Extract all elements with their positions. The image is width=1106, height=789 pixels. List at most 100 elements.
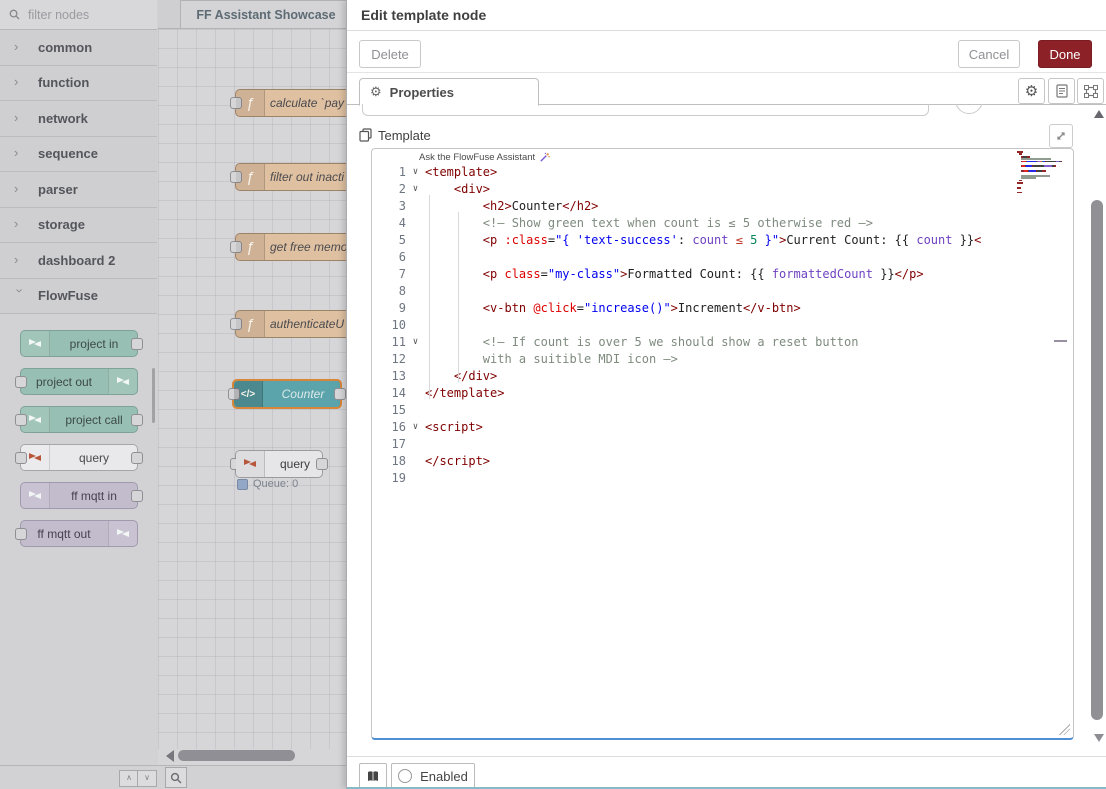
scrolled-form-remnant bbox=[357, 104, 1081, 116]
fold-gutter bbox=[406, 368, 425, 385]
category-label: function bbox=[38, 75, 89, 90]
palette-flowfuse-nodes: project in project out project call query ff… bbox=[20, 330, 138, 558]
node-help-button[interactable] bbox=[359, 763, 387, 789]
dialog-title: Edit template node bbox=[361, 7, 486, 23]
palette-collapse-down-button[interactable]: ∨ bbox=[137, 770, 157, 787]
enabled-toggle-button[interactable]: Enabled bbox=[391, 763, 475, 789]
fold-gutter bbox=[406, 402, 425, 419]
line-number: 11 bbox=[372, 334, 406, 351]
node-output-port[interactable] bbox=[131, 490, 143, 502]
workspace-tab[interactable]: FF Assistant Showcase bbox=[180, 0, 346, 28]
palette-node-query[interactable]: query bbox=[20, 444, 138, 471]
tab-properties[interactable]: ⚙ Properties bbox=[359, 78, 539, 106]
code-line: 9 <v-btn @click="increase()">Increment</… bbox=[372, 300, 1073, 317]
dialog-separator bbox=[347, 72, 1106, 73]
line-number: 3 bbox=[372, 198, 406, 215]
code-line: 16∨<script> bbox=[372, 419, 1073, 436]
flow-node-function-calculate[interactable]: ƒ calculate `pay bbox=[235, 89, 346, 117]
node-input-port[interactable] bbox=[15, 528, 27, 540]
palette-category-network[interactable]: ›network bbox=[0, 101, 157, 137]
dialog-scroll-thumb[interactable] bbox=[1091, 200, 1103, 720]
filter-nodes-input[interactable] bbox=[26, 7, 140, 23]
node-output-port[interactable] bbox=[131, 452, 143, 464]
fold-gutter bbox=[406, 249, 425, 266]
canvas-zoom-button[interactable] bbox=[165, 767, 187, 788]
palette-collapse-up-button[interactable]: ∧ bbox=[119, 770, 139, 787]
line-number: 10 bbox=[372, 317, 406, 334]
editor-resize-handle[interactable] bbox=[1059, 724, 1070, 735]
node-settings-button[interactable]: ⚙ bbox=[1018, 78, 1045, 104]
expand-editor-button[interactable] bbox=[1049, 124, 1073, 148]
status-dot-icon bbox=[237, 479, 248, 490]
appearance-button[interactable] bbox=[1077, 78, 1104, 104]
palette-category-sequence[interactable]: ›sequence bbox=[0, 137, 157, 173]
line-number: 5 bbox=[372, 232, 406, 249]
node-input-port[interactable] bbox=[15, 452, 27, 464]
gear-icon: ⚙ bbox=[370, 84, 382, 100]
palette-category-FlowFuse[interactable]: ›FlowFuse bbox=[0, 279, 157, 315]
node-output-port[interactable] bbox=[316, 458, 328, 470]
template-code-editor[interactable]: Ask the FlowFuse Assistant 1∨<template>2… bbox=[371, 148, 1074, 740]
flow-node-function-getmem[interactable]: ƒ get free memo bbox=[235, 233, 346, 261]
palette-category-function[interactable]: ›function bbox=[0, 66, 157, 102]
category-label: sequence bbox=[38, 146, 98, 161]
line-number: 13 bbox=[372, 368, 406, 385]
description-button[interactable] bbox=[1048, 78, 1075, 104]
code-text bbox=[425, 317, 1073, 334]
node-input-port[interactable] bbox=[15, 376, 27, 388]
wand-icon bbox=[539, 152, 550, 163]
palette-node-ff-mqtt-in[interactable]: ff mqtt in bbox=[20, 482, 138, 509]
palette-node-ff-mqtt-out[interactable]: ff mqtt out bbox=[20, 520, 138, 547]
category-label: network bbox=[38, 111, 88, 126]
node-palette: ›common›function›network›sequence›parser… bbox=[0, 0, 159, 789]
palette-search[interactable] bbox=[0, 0, 157, 30]
code-text: <!— Show green text when count is ≤ 5 ot… bbox=[425, 215, 1073, 232]
palette-scrollbar[interactable] bbox=[152, 368, 155, 423]
node-output-port[interactable] bbox=[334, 388, 346, 400]
node-label: get free memo bbox=[270, 234, 346, 260]
line-number: 15 bbox=[372, 402, 406, 419]
code-lines[interactable]: 1∨<template>2∨ <div>3 <h2>Counter</h2>4 … bbox=[372, 164, 1073, 487]
cancel-button[interactable]: Cancel bbox=[958, 40, 1020, 68]
done-button[interactable]: Done bbox=[1038, 40, 1092, 68]
flow-node-function-filter[interactable]: ƒ filter out inacti bbox=[235, 163, 346, 191]
assistant-hint[interactable]: Ask the FlowFuse Assistant bbox=[419, 152, 550, 163]
code-text: </script> bbox=[425, 453, 1073, 470]
delete-button[interactable]: Delete bbox=[359, 40, 421, 68]
palette-category-parser[interactable]: ›parser bbox=[0, 172, 157, 208]
node-label: authenticateU bbox=[270, 311, 346, 337]
fold-chevron-icon[interactable]: ∨ bbox=[406, 419, 425, 436]
hscroll-left-arrow[interactable] bbox=[166, 750, 174, 762]
fold-chevron-icon[interactable]: ∨ bbox=[406, 181, 425, 198]
editor-minimap[interactable] bbox=[1017, 151, 1069, 196]
palette-node-project-out[interactable]: project out bbox=[20, 368, 138, 395]
code-text: </template> bbox=[425, 385, 1073, 402]
palette-category-storage[interactable]: ›storage bbox=[0, 208, 157, 244]
magnifier-icon bbox=[170, 772, 182, 784]
palette-node-project-call[interactable]: project call bbox=[20, 406, 138, 433]
flow-workspace[interactable]: FF Assistant Showcase ƒ calculate `pay ƒ… bbox=[158, 0, 346, 789]
node-output-port[interactable] bbox=[131, 338, 143, 350]
flow-node-template-counter[interactable]: </> Counter bbox=[232, 379, 342, 409]
code-text bbox=[425, 249, 1073, 266]
dialog-scroll-down-arrow[interactable] bbox=[1094, 734, 1104, 742]
hscroll-thumb[interactable] bbox=[178, 750, 295, 761]
palette-node-project-in[interactable]: project in bbox=[20, 330, 138, 357]
project-icon bbox=[21, 331, 50, 356]
node-label: filter out inacti bbox=[270, 164, 346, 190]
fold-chevron-icon[interactable]: ∨ bbox=[406, 164, 425, 181]
code-line: 5 <p :class="{ 'text-success': count ≤ 5… bbox=[372, 232, 1073, 249]
flow-node-query[interactable]: query bbox=[235, 450, 323, 478]
code-text: <script> bbox=[425, 419, 1073, 436]
node-output-port[interactable] bbox=[131, 414, 143, 426]
fold-chevron-icon[interactable]: ∨ bbox=[406, 334, 425, 351]
dialog-scroll-up-arrow[interactable] bbox=[1094, 110, 1104, 118]
search-icon bbox=[9, 9, 20, 20]
node-input-port[interactable] bbox=[15, 414, 27, 426]
code-text: <p :class="{ 'text-success': count ≤ 5 }… bbox=[425, 232, 1073, 249]
palette-category-common[interactable]: ›common bbox=[0, 30, 157, 66]
fold-gutter bbox=[406, 283, 425, 300]
palette-category-dashboard-2[interactable]: ›dashboard 2 bbox=[0, 243, 157, 279]
flow-node-function-auth[interactable]: ƒ authenticateU bbox=[235, 310, 346, 338]
template-copy-icon bbox=[359, 128, 372, 142]
